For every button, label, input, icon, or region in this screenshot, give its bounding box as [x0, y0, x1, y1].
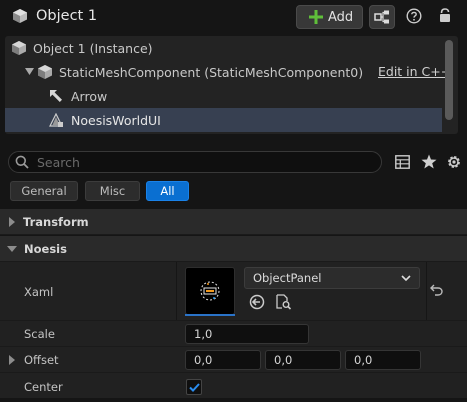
- use-selected-asset-icon[interactable]: [249, 294, 265, 310]
- search-icon: [15, 155, 29, 169]
- xaml-thumbnail[interactable]: [185, 267, 235, 315]
- property-label-offset: Offset: [24, 353, 59, 367]
- plus-icon: [309, 10, 323, 24]
- tree-scrollbar[interactable]: [445, 40, 453, 120]
- xaml-asset-combo[interactable]: ObjectPanel: [244, 267, 420, 289]
- tree-item-label: Arrow: [71, 88, 108, 104]
- reset-to-default-icon[interactable]: [430, 284, 443, 296]
- chevron-down-icon: [7, 245, 17, 252]
- chevron-down-icon[interactable]: [25, 68, 34, 76]
- chevron-right-icon: [9, 216, 15, 227]
- table-view-icon[interactable]: [395, 155, 410, 169]
- noesis-widget-icon: [49, 113, 63, 127]
- section-transform[interactable]: Transform: [0, 209, 467, 234]
- property-row-center: [0, 373, 467, 398]
- blueprint-hierarchy-button[interactable]: [369, 5, 395, 29]
- checkmark-icon: [188, 382, 200, 392]
- favorites-star-icon[interactable]: [421, 154, 437, 169]
- scale-input[interactable]: 1,0: [185, 324, 309, 344]
- add-component-button[interactable]: Add: [296, 5, 363, 29]
- add-button-label: Add: [328, 9, 354, 25]
- search-placeholder: Search: [37, 154, 80, 170]
- static-mesh-icon: [37, 64, 53, 80]
- offset-y-input[interactable]: 0,0: [265, 350, 341, 370]
- object-icon: [12, 8, 28, 24]
- tree-item-noesis-world-ui[interactable]: NoesisWorldUI: [5, 108, 442, 132]
- column-divider: [426, 262, 427, 320]
- tree-item-instance[interactable]: Object 1 (Instance): [5, 36, 442, 60]
- offset-z-input[interactable]: 0,0: [345, 350, 421, 370]
- xaml-asset-value: ObjectPanel: [253, 271, 322, 285]
- edit-in-cpp-link[interactable]: Edit in C++: [378, 64, 451, 79]
- chevron-down-icon: [401, 274, 411, 282]
- filter-tab-misc[interactable]: Misc: [85, 181, 140, 201]
- browse-asset-icon[interactable]: [275, 294, 291, 310]
- filter-tab-all[interactable]: All: [146, 181, 189, 201]
- section-title: Transform: [23, 214, 89, 229]
- center-checkbox[interactable]: [186, 379, 202, 395]
- chevron-right-icon[interactable]: [9, 355, 15, 365]
- details-title: Object 1: [36, 8, 98, 24]
- property-label-xaml: Xaml: [24, 285, 54, 299]
- search-field[interactable]: Search: [8, 151, 382, 173]
- divider: [0, 234, 467, 235]
- filter-tab-general[interactable]: General: [10, 181, 78, 201]
- help-icon[interactable]: [406, 8, 422, 24]
- object-icon: [11, 40, 27, 56]
- arrow-component-icon: [49, 89, 63, 103]
- tree-item-arrow[interactable]: Arrow: [5, 84, 442, 108]
- section-title: Noesis: [24, 241, 67, 256]
- offset-x-input[interactable]: 0,0: [185, 350, 261, 370]
- tree-item-label: NoesisWorldUI: [71, 112, 161, 128]
- tree-item-label: Object 1 (Instance): [33, 40, 153, 56]
- tree-item-label: StaticMeshComponent (StaticMeshComponent…: [59, 64, 364, 80]
- section-noesis[interactable]: Noesis: [0, 236, 467, 261]
- thumbnail-underline: [185, 314, 235, 316]
- hierarchy-icon: [374, 10, 390, 24]
- property-label-scale: Scale: [24, 327, 55, 341]
- settings-gear-icon[interactable]: [446, 154, 462, 170]
- property-label-center: Center: [24, 380, 63, 394]
- lock-icon[interactable]: [438, 7, 452, 23]
- tree-item-static-mesh[interactable]: StaticMeshComponent (StaticMeshComponent…: [5, 60, 451, 84]
- component-tree: Object 1 (Instance) StaticMeshComponent …: [5, 36, 458, 134]
